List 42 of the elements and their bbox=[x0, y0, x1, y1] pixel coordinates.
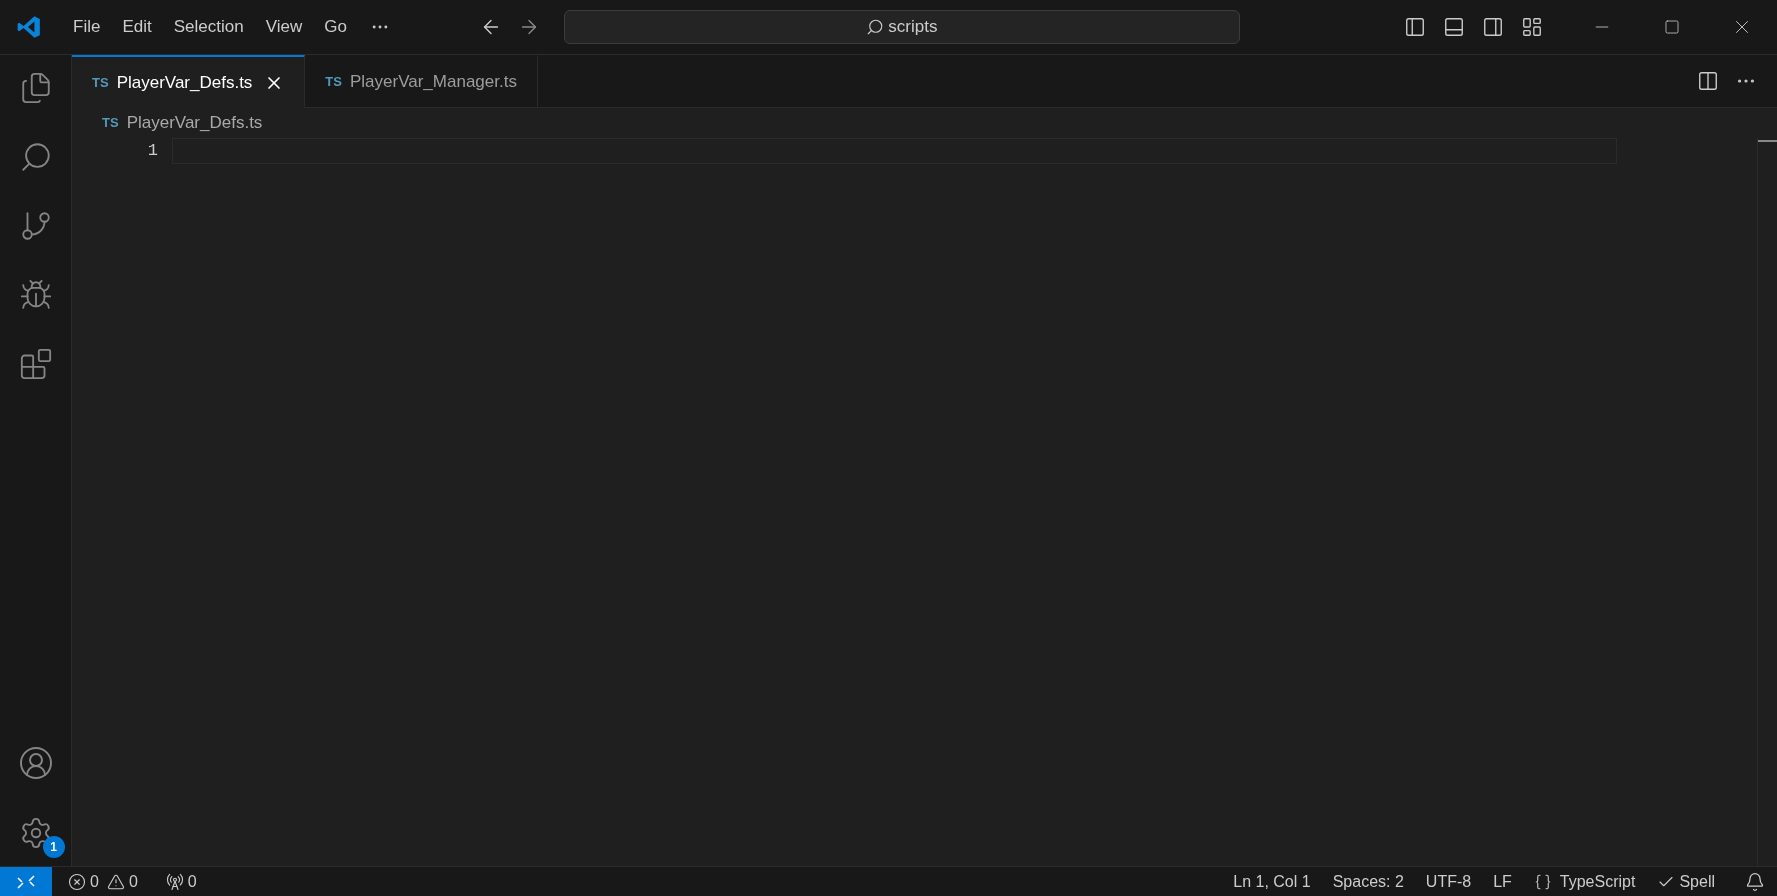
menu-item[interactable]: Edit bbox=[111, 14, 163, 40]
editor-tab[interactable]: TS PlayerVar_Defs.ts bbox=[72, 55, 306, 108]
language-button[interactable]: TypeScript bbox=[1533, 869, 1636, 894]
search-field[interactable]: scripts bbox=[563, 10, 1240, 44]
menu-item[interactable]: Selection bbox=[162, 14, 255, 40]
line-number: 1 bbox=[147, 140, 158, 162]
status-item[interactable]: Spaces: 2 bbox=[1332, 869, 1404, 894]
file-type-label: TS bbox=[325, 73, 342, 92]
right-panel-icon[interactable] bbox=[1482, 16, 1504, 38]
search-icon[interactable] bbox=[866, 18, 885, 36]
bug-icon[interactable] bbox=[18, 278, 53, 312]
split-editor-icon[interactable] bbox=[1697, 70, 1719, 92]
editor-tab[interactable]: TS PlayerVar_Manager.ts bbox=[305, 55, 538, 107]
error-icon bbox=[68, 872, 86, 891]
problems-button[interactable]: 0 0 bbox=[64, 869, 142, 894]
spell-check-button[interactable]: Spell bbox=[1657, 869, 1715, 894]
maximize-icon[interactable] bbox=[1664, 19, 1680, 35]
ports-button[interactable]: 0 bbox=[161, 869, 201, 894]
bottom-panel-icon[interactable] bbox=[1443, 16, 1465, 38]
warning-icon bbox=[106, 872, 125, 891]
left-panel-icon[interactable] bbox=[1404, 16, 1426, 38]
tab-label: PlayerVar_Defs.ts bbox=[116, 71, 253, 94]
bell-icon[interactable] bbox=[1745, 871, 1765, 892]
notification-badge: 1 bbox=[42, 836, 65, 858]
menu-item[interactable]: View bbox=[254, 14, 314, 40]
status-item[interactable]: Ln 1, Col 1 bbox=[1233, 869, 1311, 894]
extensions-icon[interactable] bbox=[18, 347, 53, 381]
account-icon[interactable] bbox=[17, 745, 54, 781]
menu-item[interactable]: Go bbox=[313, 14, 358, 40]
breadcrumb-item[interactable]: PlayerVar_Defs.ts bbox=[126, 110, 263, 136]
antenna-icon bbox=[165, 872, 184, 891]
remote-button[interactable] bbox=[0, 867, 52, 896]
file-type-label: TS bbox=[92, 73, 109, 92]
remote-icon bbox=[16, 872, 36, 891]
file-type-label: TS bbox=[102, 114, 119, 133]
status-item[interactable]: UTF-8 bbox=[1425, 869, 1472, 894]
layout-icon[interactable] bbox=[1521, 16, 1543, 38]
status-item[interactable]: LF bbox=[1493, 869, 1512, 894]
menu-item[interactable]: File bbox=[62, 14, 112, 40]
app-logo-icon bbox=[16, 14, 42, 40]
braces-icon bbox=[1533, 872, 1552, 891]
tab-label: PlayerVar_Manager.ts bbox=[350, 71, 517, 94]
